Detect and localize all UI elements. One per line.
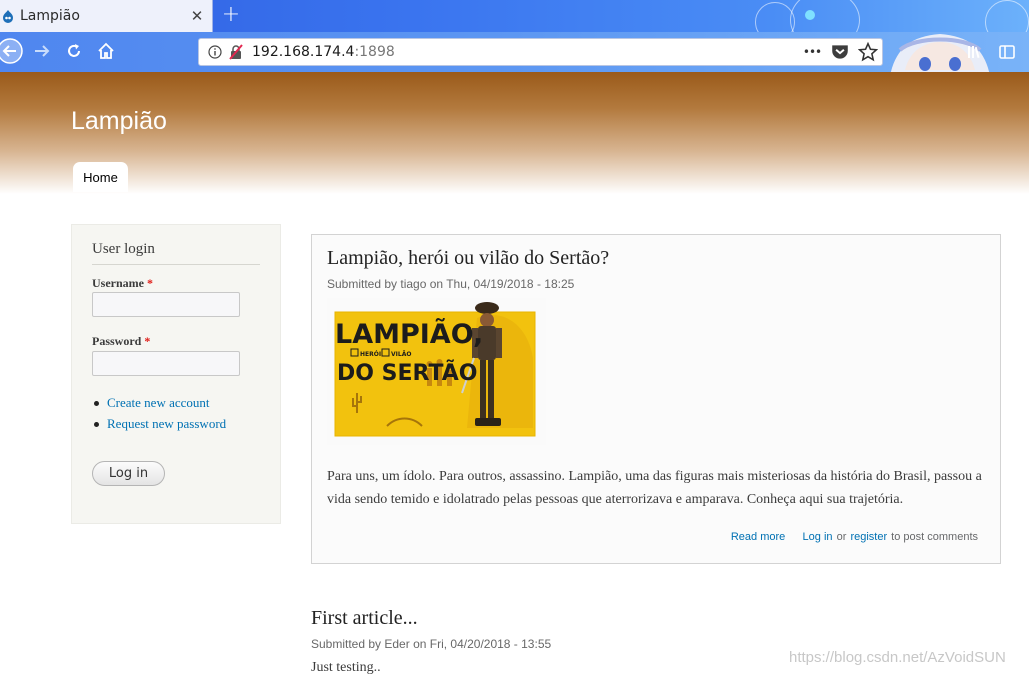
article-title[interactable]: Lampião, herói ou vilão do Sertão?: [327, 247, 609, 270]
author-link[interactable]: Eder: [384, 637, 409, 651]
read-more-link[interactable]: Read more: [731, 531, 785, 543]
home-icon: [98, 42, 114, 59]
bullet: [94, 400, 99, 406]
url-bar[interactable]: 192.168.174.4:1898 •••: [198, 38, 883, 66]
article-teaser: Lampião, herói ou vilão do Sertão? Submi…: [311, 234, 1001, 564]
browser-tab[interactable]: Lampião ✕: [0, 0, 213, 32]
username-input[interactable]: [92, 292, 240, 317]
password-label-text: Password: [92, 334, 142, 348]
web-page: Lampião Home User login Username * Passw…: [0, 72, 1029, 676]
submitted-prefix: Submitted by: [327, 277, 401, 291]
list-item: Request new password: [94, 416, 226, 432]
close-tab-icon[interactable]: ✕: [187, 7, 207, 25]
watermark: https://blog.csdn.net/AzVoidSUN: [789, 649, 1006, 666]
article-body: Para uns, um ídolo. Para outros, assassi…: [327, 469, 982, 507]
submitted-date: on Thu, 04/19/2018 - 18:25: [426, 277, 575, 291]
article-image[interactable]: LAMPIÃO, HERÓI VILÃO DO SERTÃO: [327, 298, 546, 445]
bullet: [94, 421, 99, 427]
article-links: Read more Log in or register to post com…: [730, 531, 978, 543]
drupal-favicon-icon: [3, 10, 13, 23]
info-icon[interactable]: [208, 45, 222, 59]
article-submitted: Submitted by tiago on Thu, 04/19/2018 - …: [327, 277, 574, 291]
submitted-prefix: Submitted by: [311, 637, 385, 651]
author-link[interactable]: tiago: [400, 277, 426, 291]
site-header: Lampião Home: [0, 72, 1029, 194]
poster-check-villain: VILÃO: [391, 351, 411, 358]
page-actions-menu-icon[interactable]: •••: [802, 41, 822, 63]
list-item: Create new account: [94, 395, 226, 411]
username-label: Username *: [92, 276, 153, 291]
request-password-link[interactable]: Request new password: [107, 416, 226, 432]
decorative-dot: [805, 10, 815, 20]
decorative-circle: [985, 0, 1029, 32]
poster-title-line2: DO SERTÃO: [337, 360, 477, 386]
url-host: 192.168.174.4: [252, 44, 355, 60]
login-links-list: Create new account Request new password: [94, 395, 226, 437]
tab-title: Lampião: [20, 8, 80, 24]
new-tab-button[interactable]: +: [220, 3, 242, 27]
create-account-link[interactable]: Create new account: [107, 395, 210, 411]
browser-nav-bar: 192.168.174.4:1898 •••: [0, 32, 1029, 72]
lampiao-poster-image: LAMPIÃO, HERÓI VILÃO DO SERTÃO: [327, 298, 546, 445]
decorative-circle: [790, 0, 860, 32]
insecure-lock-icon[interactable]: [228, 44, 244, 60]
forward-arrow-icon: [35, 45, 50, 57]
back-button[interactable]: [0, 37, 24, 65]
required-marker: *: [146, 276, 153, 290]
or-text: or: [833, 531, 850, 543]
user-login-title: User login: [92, 241, 260, 265]
back-arrow-icon: [0, 38, 23, 64]
url-port: :1898: [354, 44, 395, 60]
nav-home-tab[interactable]: Home: [73, 162, 128, 192]
reload-icon: [68, 44, 80, 57]
article-body: Just testing..: [311, 660, 381, 675]
forward-button[interactable]: [28, 37, 56, 65]
sidebar-toggle-icon[interactable]: [998, 43, 1016, 61]
reload-button[interactable]: [60, 37, 88, 65]
home-button[interactable]: [92, 37, 120, 65]
bookmark-star-icon[interactable]: [858, 41, 878, 63]
post-comments-text: to post comments: [888, 531, 978, 543]
article-submitted: Submitted by Eder on Fri, 04/20/2018 - 1…: [311, 637, 551, 651]
decorative-circle: [755, 2, 795, 32]
site-name[interactable]: Lampião: [71, 107, 167, 136]
password-input[interactable]: [92, 351, 240, 376]
pocket-icon[interactable]: [830, 41, 850, 63]
register-link[interactable]: register: [850, 531, 887, 543]
url-text: 192.168.174.4:1898: [252, 44, 395, 60]
library-icon[interactable]: [966, 43, 984, 61]
url-actions: •••: [802, 41, 878, 63]
required-marker: *: [144, 334, 151, 348]
submitted-date: on Fri, 04/20/2018 - 13:55: [409, 637, 552, 651]
username-label-text: Username: [92, 276, 144, 290]
user-login-block: User login Username * Password * Create …: [71, 224, 281, 524]
article-title[interactable]: First article...: [311, 607, 418, 630]
poster-check-hero: HERÓI: [360, 351, 381, 358]
log-in-link[interactable]: Log in: [803, 531, 833, 543]
log-in-button[interactable]: Log in: [92, 461, 165, 486]
poster-title-line1: LAMPIÃO,: [335, 318, 483, 350]
password-label: Password *: [92, 334, 150, 349]
browser-tab-bar: Lampião ✕ +: [0, 0, 1029, 32]
